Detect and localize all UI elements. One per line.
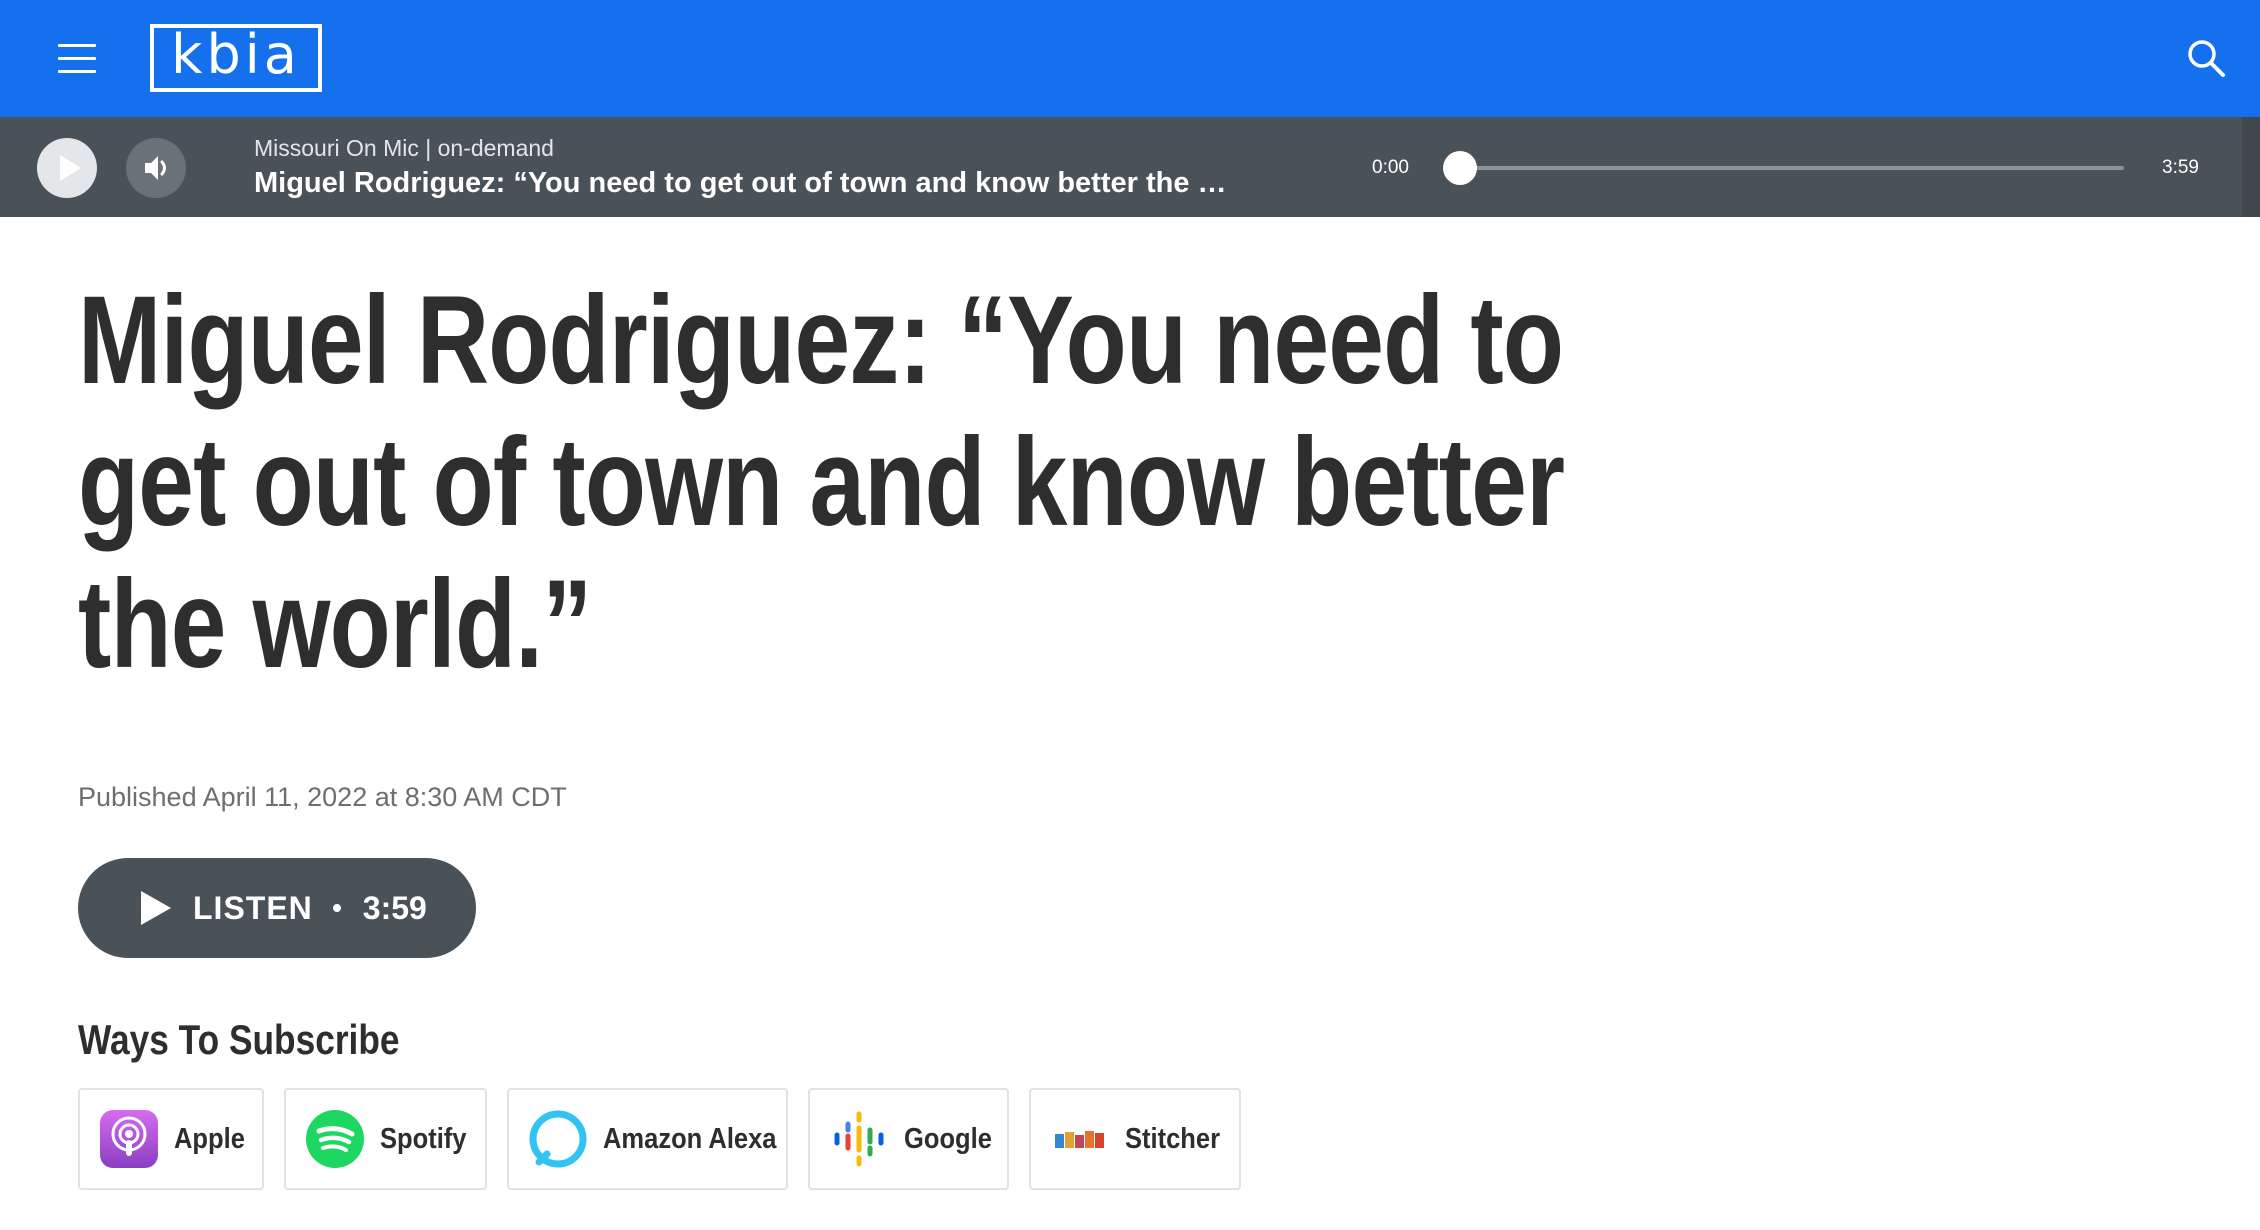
subscribe-apple-button[interactable]: Apple [78,1088,264,1190]
stitcher-icon [1051,1110,1109,1168]
google-podcasts-icon [830,1110,888,1168]
subscribe-label: Apple [174,1122,245,1155]
listen-button[interactable]: LISTEN 3:59 [78,858,476,958]
player-current-time: 0:00 [1372,157,1409,178]
subscribe-label: Spotify [380,1122,467,1155]
play-icon[interactable] [37,138,97,198]
amazon-alexa-icon [529,1110,587,1168]
subscribe-label: Stitcher [1125,1122,1221,1155]
subscribe-stitcher-button[interactable]: Stitcher [1029,1088,1241,1190]
play-icon [141,891,171,925]
subscribe-spotify-button[interactable]: Spotify [284,1088,487,1190]
hamburger-menu-icon[interactable] [58,44,96,73]
volume-icon[interactable] [126,138,186,198]
listen-duration: 3:59 [362,889,427,926]
top-header: kbia [0,0,2260,117]
publish-date: Published April 11, 2022 at 8:30 AM CDT [78,782,567,812]
player-program: Missouri On Mic | on-demand [254,135,554,161]
site-logo[interactable]: kbia [150,24,322,92]
player-progress-track[interactable] [1460,166,2124,170]
player-track-title[interactable]: Miguel Rodriguez: “You need to get out o… [254,167,1227,200]
player-scroll-edge [2242,117,2260,217]
subscribe-label: Google [904,1122,992,1155]
search-icon[interactable] [2186,38,2226,78]
subscribe-heading: Ways To Subscribe [78,1016,400,1063]
player-progress-thumb[interactable] [1443,151,1477,185]
subscribe-amazon-alexa-button[interactable]: Amazon Alexa [507,1088,788,1190]
apple-podcasts-icon [100,1110,158,1168]
player-total-time: 3:59 [2162,157,2199,178]
subscribe-google-button[interactable]: Google [808,1088,1009,1190]
separator-dot [332,904,341,912]
article-headline: Miguel Rodriguez: “You need to get out o… [78,271,1565,694]
spotify-icon [306,1110,364,1168]
listen-label: LISTEN [193,889,313,926]
audio-player-bar: Missouri On Mic | on-demand Miguel Rodri… [0,117,2260,217]
subscribe-label: Amazon Alexa [603,1122,777,1155]
